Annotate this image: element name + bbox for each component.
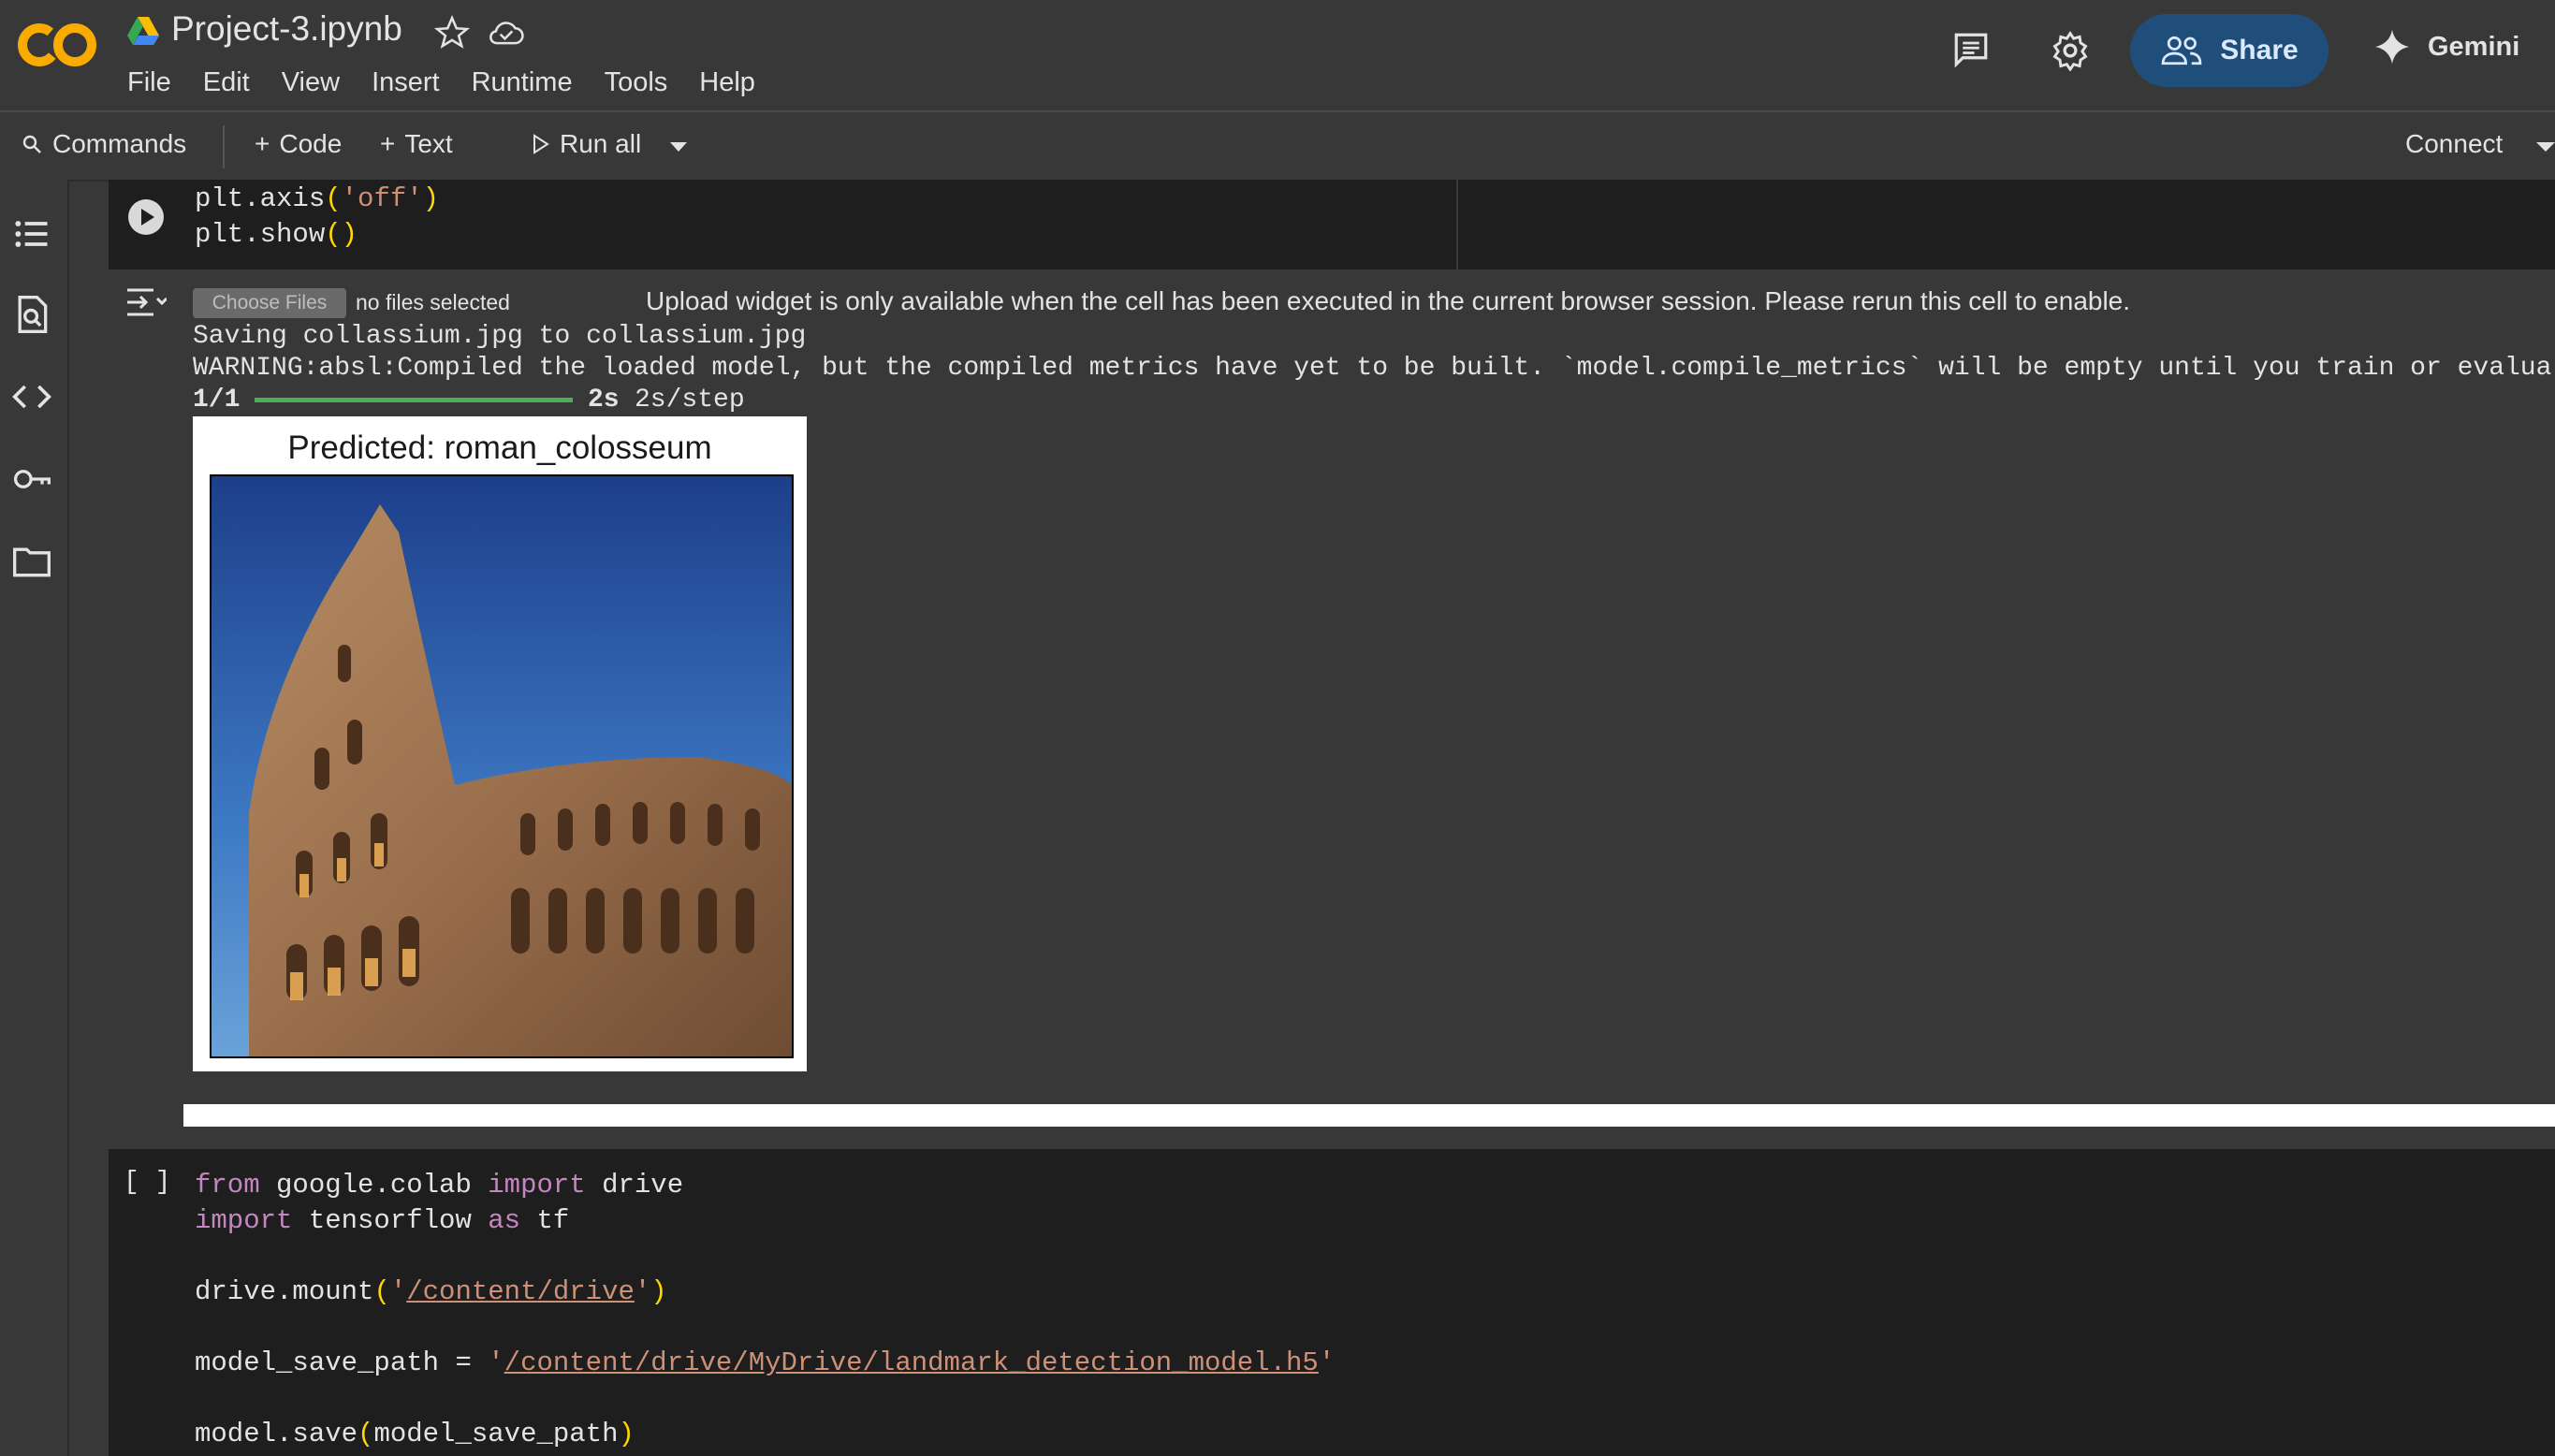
run-cell-brackets[interactable]: [ ] [124,1168,170,1197]
output-scroll-divider [183,1104,2555,1127]
comment-icon[interactable] [1950,30,1992,69]
code-line: model.save(model_save_path) [195,1419,635,1449]
gemini-button[interactable]: Gemini [2373,28,2519,66]
connect-label: Connect [2405,129,2504,158]
search-icon [22,135,41,153]
progress-step: 2s/step [635,386,745,415]
plus-icon: + [255,129,270,158]
progress-time: 2s [588,386,620,415]
menu-insert[interactable]: Insert [372,67,440,98]
commands-label: Commands [52,129,187,158]
code-line: from google.colab import drive [195,1170,684,1201]
upload-widget-message: Upload widget is only available when the… [646,286,2131,315]
gear-icon[interactable] [2050,30,2091,71]
text-label: Text [404,129,453,158]
saving-line: Saving collassium.jpg to collassium.jpg [193,322,807,351]
output-actions-icon[interactable] [125,286,167,318]
toolbar: Commands + Code + Text Run all Connect [0,110,2555,182]
menu-help[interactable]: Help [699,67,755,98]
colab-logo[interactable] [17,17,99,73]
share-label: Share [2220,35,2299,66]
cloud-saved-icon[interactable] [487,15,526,51]
choose-files-button[interactable]: Choose Files [193,288,346,318]
code-label: Code [279,129,343,158]
code-line: drive.mount('/content/drive') [195,1276,667,1307]
table-of-contents-icon[interactable] [11,213,52,255]
share-button[interactable]: Share [2130,14,2329,87]
google-drive-icon [127,17,159,45]
code-line: import tensorflow as tf [195,1205,570,1236]
menu-file[interactable]: File [127,67,171,98]
cell-divider [1456,180,1458,269]
run-all-button[interactable]: Run all [532,129,641,159]
connect-chevron-down-icon[interactable] [2536,140,2555,153]
add-code-button[interactable]: + Code [255,129,342,159]
colosseum-image [210,474,794,1058]
code-line: plt.show() [195,219,358,250]
no-files-text: no files selected [356,290,510,314]
warning-line: WARNING:absl:Compiled the loaded model, … [193,354,2552,383]
menu-view[interactable]: View [282,67,340,98]
commands-button[interactable]: Commands [21,129,186,159]
matplotlib-figure: Predicted: roman_colosseum [193,416,807,1071]
progress-count: 1/1 [193,386,241,415]
progress-bar [255,398,573,402]
star-icon[interactable] [434,15,470,51]
top-bar: Project-3.ipynb File Edit View Insert Ru… [0,0,2555,110]
add-text-button[interactable]: + Text [380,129,453,159]
run-all-label: Run all [560,129,642,158]
toolbar-divider [223,125,225,168]
menu-edit[interactable]: Edit [203,67,250,98]
code-line: plt.axis('off') [195,183,440,214]
plus-icon: + [380,129,396,158]
menu-runtime[interactable]: Runtime [472,67,573,98]
play-icon [533,134,549,154]
gemini-label: Gemini [2428,31,2520,62]
gemini-sparkle-icon [2374,29,2410,65]
notebook-title[interactable]: Project-3.ipynb [171,9,402,49]
code-cell[interactable] [109,180,2555,269]
run-cell-icon[interactable] [127,198,165,236]
code-line: model_save_path = '/content/drive/MyDriv… [195,1347,1336,1378]
files-folder-icon[interactable] [11,541,52,582]
menu-tools[interactable]: Tools [605,67,668,98]
menu-bar: File Edit View Insert Runtime Tools Help [127,67,787,98]
left-sidebar [0,180,69,1456]
people-icon [2161,36,2202,66]
secrets-key-icon[interactable] [11,459,52,500]
connect-button[interactable]: Connect [2405,129,2503,159]
chevron-down-icon[interactable] [668,140,689,153]
code-snippets-icon[interactable] [11,376,52,417]
find-icon[interactable] [11,294,52,335]
figure-title: Predicted: roman_colosseum [287,430,712,466]
